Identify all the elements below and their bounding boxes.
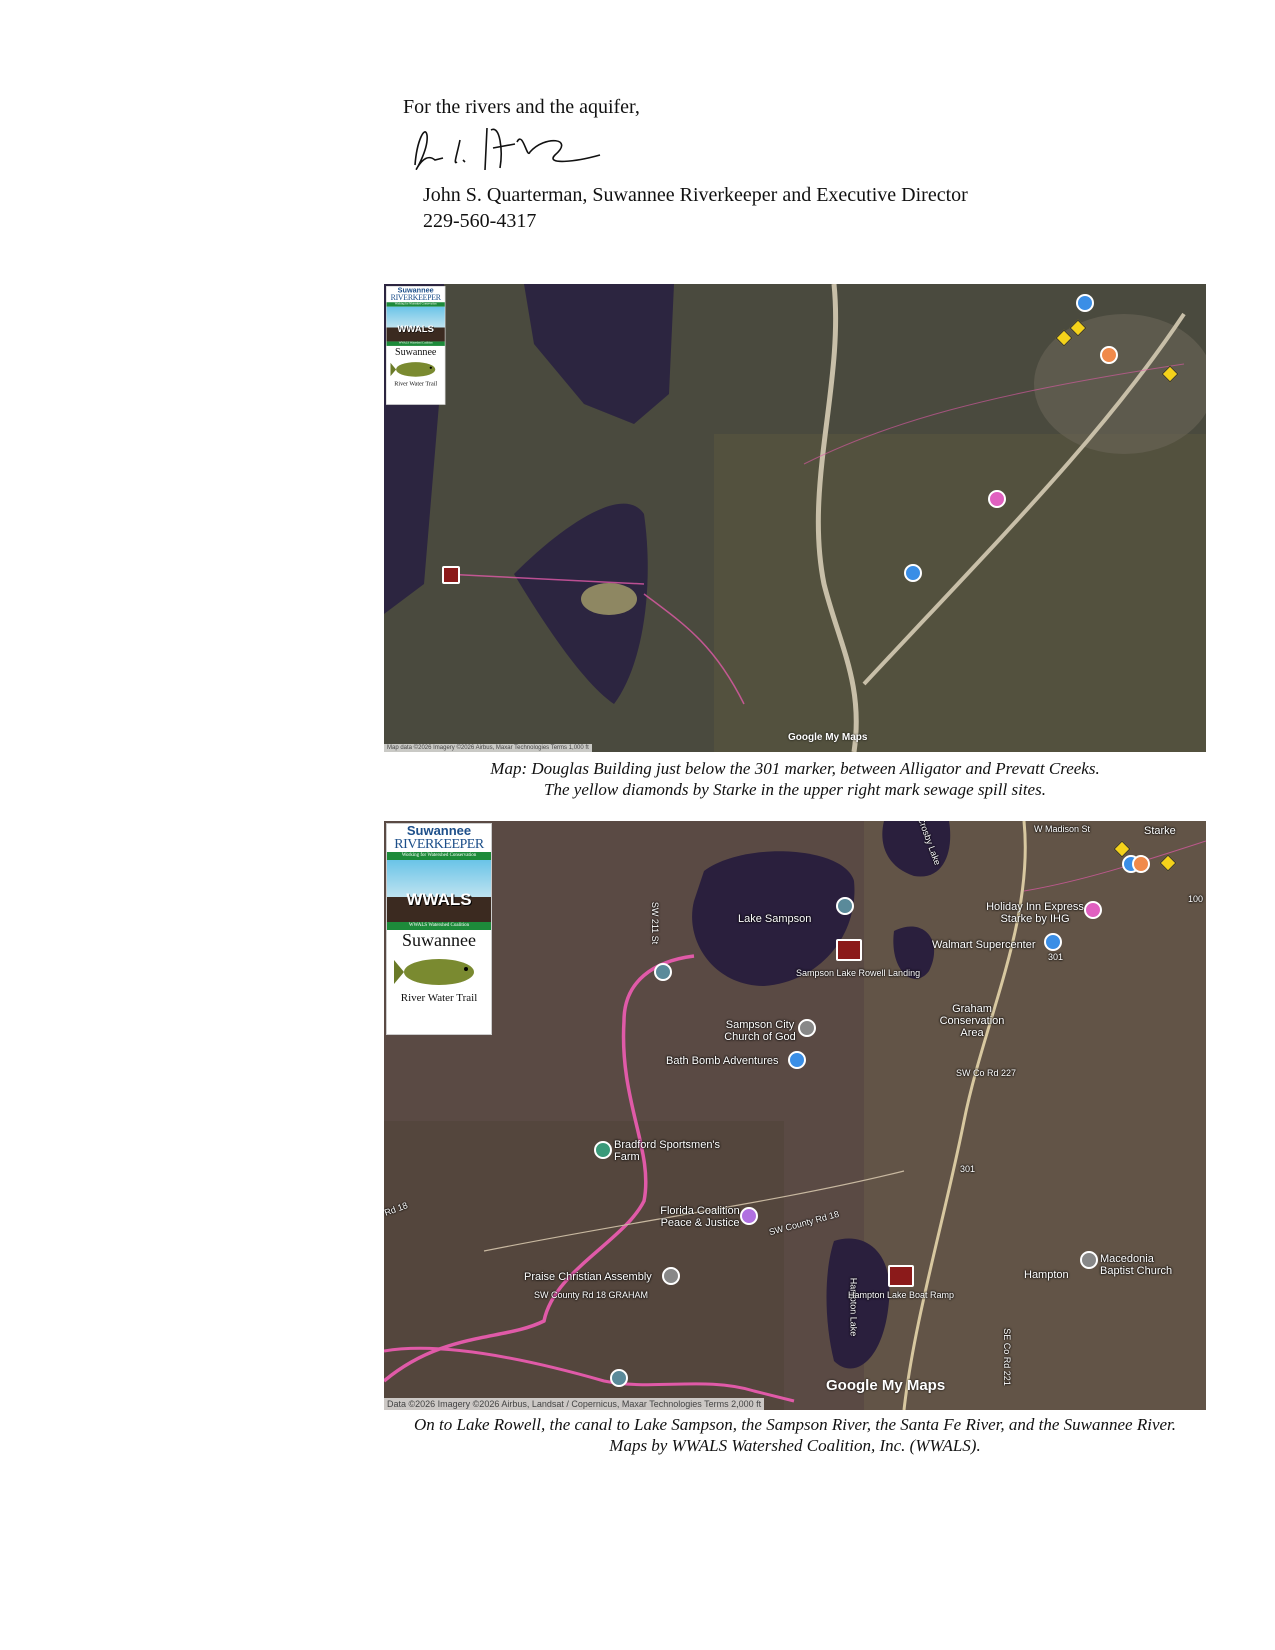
place-marker[interactable] — [1100, 346, 1118, 364]
wwals-logo: Suwannee RIVERKEEPER Working for Watersh… — [386, 823, 492, 1035]
satellite-imagery — [384, 284, 1206, 752]
place-marker[interactable] — [1076, 294, 1094, 312]
church-marker[interactable] — [662, 1267, 680, 1285]
farm-marker[interactable] — [594, 1141, 612, 1159]
label-hampton-ramp: Hampton Lake Boat Ramp — [848, 1290, 955, 1300]
logo-heron-image: WWALS — [387, 860, 491, 922]
caption-line: On to Lake Rowell, the canal to Lake Sam… — [413, 1415, 1177, 1434]
label-praise: Praise Christian Assembly — [524, 1271, 652, 1283]
landing-marker[interactable] — [610, 1369, 628, 1387]
logo-text: WWALS Watershed Coalition — [387, 922, 491, 930]
place-marker[interactable] — [988, 490, 1006, 508]
signer-name: John S. Quarterman, Suwannee Riverkeeper… — [423, 184, 968, 206]
label-rd-301: 301 — [960, 1164, 976, 1174]
label-hampton-lake: Hampton Lake — [848, 1277, 859, 1337]
map-lake-sampson-area[interactable]: Suwannee RIVERKEEPER Working for Watersh… — [384, 821, 1206, 1410]
caption-line: Map: Douglas Building just below the 301… — [490, 759, 1100, 778]
landing-marker[interactable] — [836, 897, 854, 915]
label-macedonia: Macedonia Baptist Church — [1100, 1253, 1173, 1277]
logo-text: Suwannee — [402, 930, 476, 950]
caption-line: The yellow diamonds by Starke in the upp… — [544, 780, 1046, 799]
caption-line: Maps by WWALS Watershed Coalition, Inc. … — [609, 1436, 981, 1455]
logo-text: Suwannee — [406, 823, 472, 838]
shopping-marker[interactable] — [1044, 933, 1062, 951]
bass-fish-icon — [390, 362, 436, 377]
logo-text: WWALS — [406, 890, 472, 909]
place-marker[interactable] — [904, 564, 922, 582]
label-lake-sampson: Lake Sampson — [738, 913, 812, 925]
label-w-madison: W Madison St — [1034, 824, 1091, 834]
logo-text: Working for Watershed Conservation — [387, 852, 491, 860]
signature-image — [414, 127, 601, 171]
logo-text: RIVERKEEPER — [390, 293, 441, 303]
church-marker[interactable] — [1080, 1251, 1098, 1269]
google-my-maps-brand: Google My Maps — [826, 1377, 946, 1394]
label-hampton: Hampton — [1024, 1269, 1069, 1281]
label-sw-211: SW 211 St — [650, 901, 661, 945]
label-bradford: Bradford Sportsmen's Farm — [614, 1139, 721, 1163]
map2-caption: On to Lake Rowell, the canal to Lake Sam… — [384, 1414, 1206, 1456]
logo-text: River Water Trail — [394, 380, 438, 388]
label-sw-co-227: SW Co Rd 227 — [956, 1068, 1017, 1078]
boat-ramp-marker[interactable] — [836, 939, 862, 961]
label-rd-100: 100 — [1188, 894, 1204, 904]
landing-marker[interactable] — [654, 963, 672, 981]
label-bath-bomb: Bath Bomb Adventures — [666, 1055, 779, 1067]
logo-text: River Water Trail — [400, 992, 478, 1004]
map1-caption: Map: Douglas Building just below the 301… — [384, 758, 1206, 800]
label-fcpj: Florida Coalition Peace & Justice — [660, 1205, 740, 1229]
label-graham: Graham Conservation Area — [939, 1003, 1005, 1039]
google-my-maps-brand: Google My Maps — [788, 732, 868, 743]
map-attribution: Map data ©2026 Imagery ©2026 Airbus, Max… — [384, 744, 592, 752]
label-starke: Starke — [1144, 825, 1176, 837]
label-se-co-221: SE Co Rd 221 — [1001, 1328, 1012, 1386]
logo-text: Suwannee — [394, 345, 437, 358]
church-marker[interactable] — [798, 1019, 816, 1037]
signer-phone: 229-560-4317 — [423, 210, 537, 232]
closing-line: For the rivers and the aquifer, — [403, 96, 640, 118]
shop-marker[interactable] — [788, 1051, 806, 1069]
wwals-logo: Suwannee RIVERKEEPER Working for Watersh… — [386, 286, 446, 405]
place-marker[interactable] — [1132, 855, 1150, 873]
boat-ramp-marker[interactable] — [888, 1265, 914, 1287]
logo-text: WWALS — [397, 323, 434, 335]
boat-ramp-marker[interactable] — [442, 566, 460, 584]
label-holiday-inn: Holiday Inn Express Starke by IHG — [986, 901, 1084, 925]
hotel-marker[interactable] — [1084, 901, 1102, 919]
map-attribution: Data ©2026 Imagery ©2026 Airbus, Landsat… — [384, 1398, 765, 1410]
bass-fish-icon — [394, 959, 474, 985]
map-starke-area[interactable]: Suwannee RIVERKEEPER Working for Watersh… — [384, 284, 1206, 752]
logo-heron-image: WWALS — [386, 306, 445, 342]
label-walmart: Walmart Supercenter — [932, 939, 1036, 951]
label-sampson-landing: Sampson Lake Rowell Landing — [796, 968, 921, 978]
organization-marker[interactable] — [740, 1207, 758, 1225]
logo-text: RIVERKEEPER — [394, 837, 484, 852]
label-rd-301: 301 — [1048, 952, 1064, 962]
label-graham-road: SW County Rd 18 GRAHAM — [534, 1290, 649, 1300]
label-church: Sampson City Church of God — [724, 1019, 796, 1043]
